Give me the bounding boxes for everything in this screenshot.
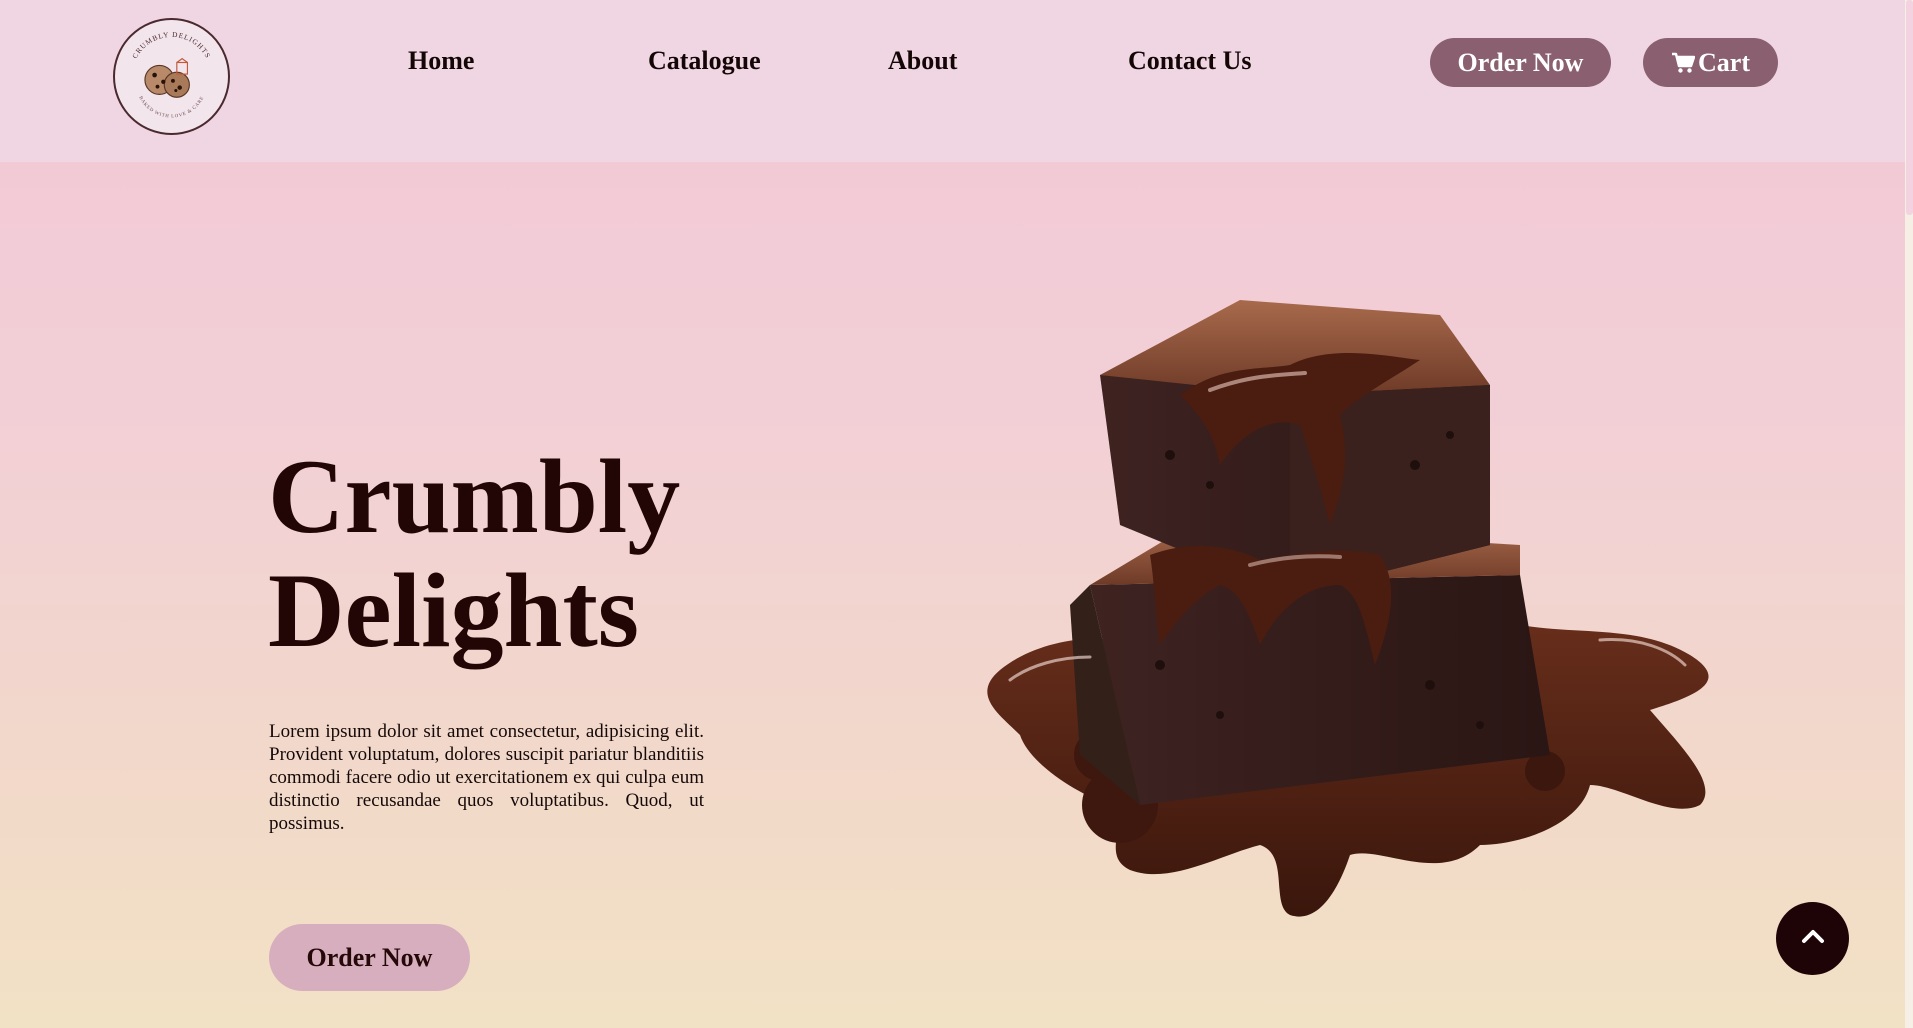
svg-text:CRUMBLY DELIGHTS: CRUMBLY DELIGHTS bbox=[131, 31, 212, 60]
nav-link-catalogue[interactable]: Catalogue bbox=[648, 46, 761, 76]
nav-order-now-button[interactable]: Order Now bbox=[1430, 38, 1611, 87]
navbar: CRUMBLY DELIGHTS BAKED WITH LOVE & CARE … bbox=[0, 0, 1905, 162]
chevron-up-icon bbox=[1800, 927, 1826, 950]
hero-description: Lorem ipsum dolor sit amet consectetur, … bbox=[269, 721, 704, 834]
scroll-to-top-button[interactable] bbox=[1776, 902, 1849, 975]
nav-link-about[interactable]: About bbox=[888, 46, 957, 76]
hero-title-line-1: Crumbly bbox=[268, 438, 681, 555]
cookie-icon: CRUMBLY DELIGHTS BAKED WITH LOVE & CARE bbox=[131, 31, 212, 120]
hero-title-line-2: Delights bbox=[268, 552, 639, 669]
nav-link-contact-us[interactable]: Contact Us bbox=[1128, 46, 1252, 76]
hero-title: Crumbly Delights bbox=[268, 440, 680, 668]
cart-icon bbox=[1671, 52, 1695, 74]
scrollbar-thumb[interactable] bbox=[1906, 0, 1913, 215]
nav-link-home[interactable]: Home bbox=[408, 46, 474, 76]
brownie-image bbox=[960, 285, 1750, 1025]
hero-order-now-button[interactable]: Order Now bbox=[269, 924, 470, 991]
cart-button[interactable]: Cart bbox=[1643, 38, 1778, 87]
brand-logo[interactable]: CRUMBLY DELIGHTS BAKED WITH LOVE & CARE bbox=[113, 18, 230, 135]
svg-text:BAKED WITH LOVE & CARE: BAKED WITH LOVE & CARE bbox=[137, 96, 205, 120]
cart-label: Cart bbox=[1698, 47, 1750, 77]
